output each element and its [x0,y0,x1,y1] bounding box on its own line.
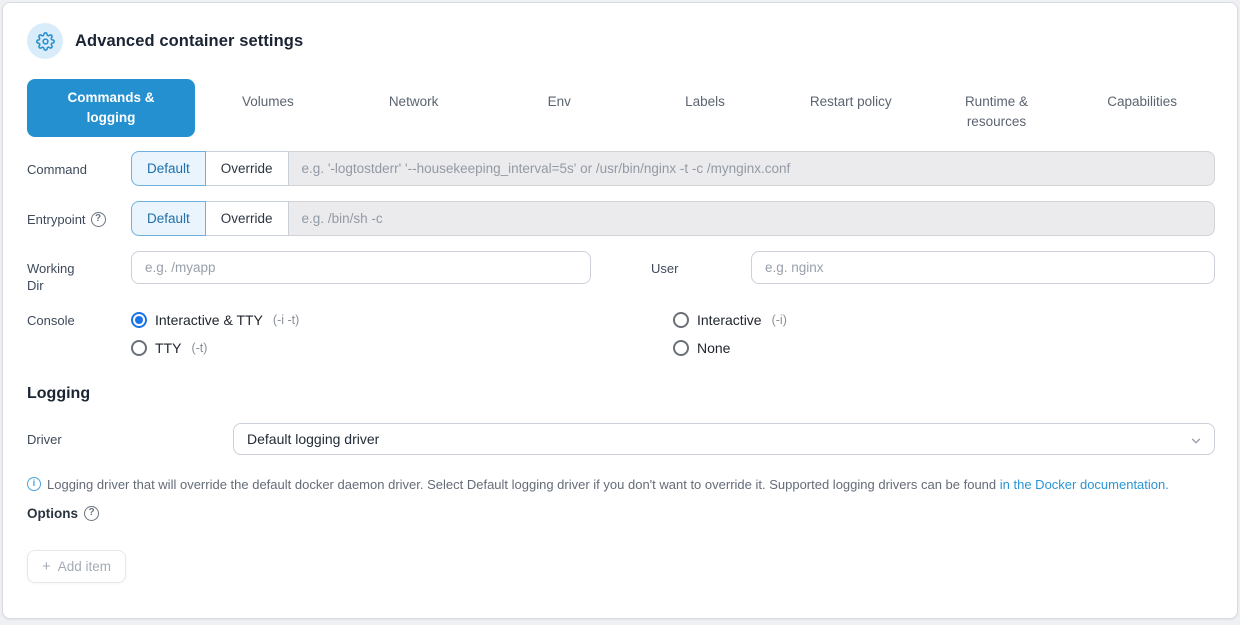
card-header: Advanced container settings [27,23,1215,59]
tab-volumes[interactable]: Volumes [195,79,341,137]
radio-icon [673,340,689,356]
console-options: Interactive & TTY (-i -t) Interactive (-… [131,309,1215,356]
command-input [289,151,1215,186]
workdir-user-row: Working Dir User [27,251,1215,294]
tab-runtime-resources[interactable]: Runtime & resources [924,79,1070,137]
working-dir-field: Working Dir [27,251,591,294]
user-field: User [651,251,1215,294]
options-label: Options [27,506,78,521]
chevron-down-icon [1189,434,1203,448]
commands-form: Command Default Override Entrypoint Defa… [27,151,1215,356]
driver-label: Driver [27,423,233,448]
options-row: Options [27,506,1215,521]
info-text: Logging driver that will override the de… [47,477,1000,492]
entrypoint-input [289,201,1215,236]
radio-none[interactable]: None [673,340,1215,356]
tab-commands-logging[interactable]: Commands & logging [27,79,195,137]
tab-labels[interactable]: Labels [632,79,778,137]
radio-icon [673,312,689,328]
entrypoint-label: Entrypoint [27,201,131,228]
add-item-button[interactable]: Add item [27,550,126,583]
console-row: Console Interactive & TTY (-i -t) Intera… [27,309,1215,356]
logging-section-heading: Logging [27,385,1215,403]
tab-env[interactable]: Env [486,79,632,137]
entrypoint-mode-toggle: Default Override [131,201,289,236]
command-row: Command Default Override [27,151,1215,186]
user-input[interactable] [751,251,1215,284]
gear-icon [27,23,63,59]
command-default-button[interactable]: Default [131,151,206,186]
radio-interactive-tty[interactable]: Interactive & TTY (-i -t) [131,312,673,328]
entrypoint-help-icon[interactable] [91,212,106,227]
driver-row: Driver Default logging driver [27,423,1215,455]
command-label: Command [27,151,131,178]
console-label: Console [27,309,131,329]
user-label: User [651,251,751,277]
logging-driver-value: Default logging driver [247,431,379,447]
settings-tabs: Commands & logging Volumes Network Env L… [27,79,1215,137]
working-dir-input[interactable] [131,251,591,284]
radio-tty[interactable]: TTY (-t) [131,340,673,356]
plus-icon [42,559,51,574]
advanced-container-settings-card: Advanced container settings Commands & l… [2,2,1238,619]
command-mode-toggle: Default Override [131,151,289,186]
tab-network[interactable]: Network [341,79,487,137]
info-icon [27,477,41,491]
options-help-icon[interactable] [84,506,99,521]
radio-interactive[interactable]: Interactive (-i) [673,312,1215,328]
tab-capabilities[interactable]: Capabilities [1069,79,1215,137]
radio-icon [131,340,147,356]
page-title: Advanced container settings [75,32,303,51]
entrypoint-default-button[interactable]: Default [131,201,206,236]
entrypoint-override-button[interactable]: Override [206,201,289,236]
radio-icon [131,312,147,328]
entrypoint-row: Entrypoint Default Override [27,201,1215,236]
docker-documentation-link[interactable]: in the Docker documentation. [1000,477,1169,492]
working-dir-label: Working Dir [27,251,131,294]
tab-restart-policy[interactable]: Restart policy [778,79,924,137]
command-override-button[interactable]: Override [206,151,289,186]
logging-driver-select[interactable]: Default logging driver [233,423,1215,455]
logging-driver-info: Logging driver that will override the de… [27,476,1215,493]
